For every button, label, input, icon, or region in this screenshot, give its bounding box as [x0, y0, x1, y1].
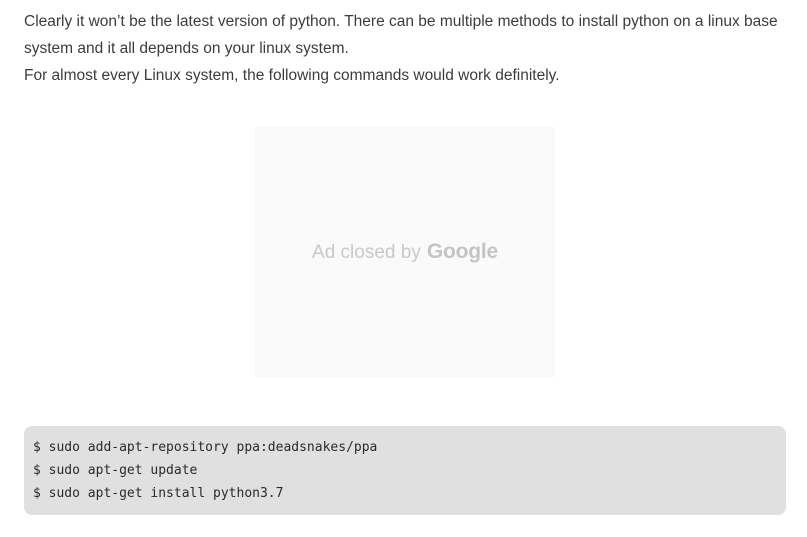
code-block[interactable]: $ sudo add-apt-repository ppa:deadsnakes…: [24, 426, 786, 515]
ad-closed-text: Ad closed by: [312, 242, 421, 263]
instruction-paragraph: For almost every Linux system, the follo…: [24, 67, 560, 84]
google-logo-text: Google: [426, 240, 498, 263]
code-line: $ sudo add-apt-repository ppa:deadsnakes…: [33, 440, 378, 455]
code-line: $ sudo apt-get install python3.7: [33, 486, 284, 501]
article-body: Clearly it won’t be the latest version o…: [24, 8, 786, 89]
intro-paragraph: Clearly it won’t be the latest version o…: [24, 13, 778, 57]
ad-closed-label: Ad closed by Google: [312, 240, 498, 264]
closed-ad-placeholder: Ad closed by Google: [255, 127, 555, 377]
code-line: $ sudo apt-get update: [33, 463, 198, 478]
